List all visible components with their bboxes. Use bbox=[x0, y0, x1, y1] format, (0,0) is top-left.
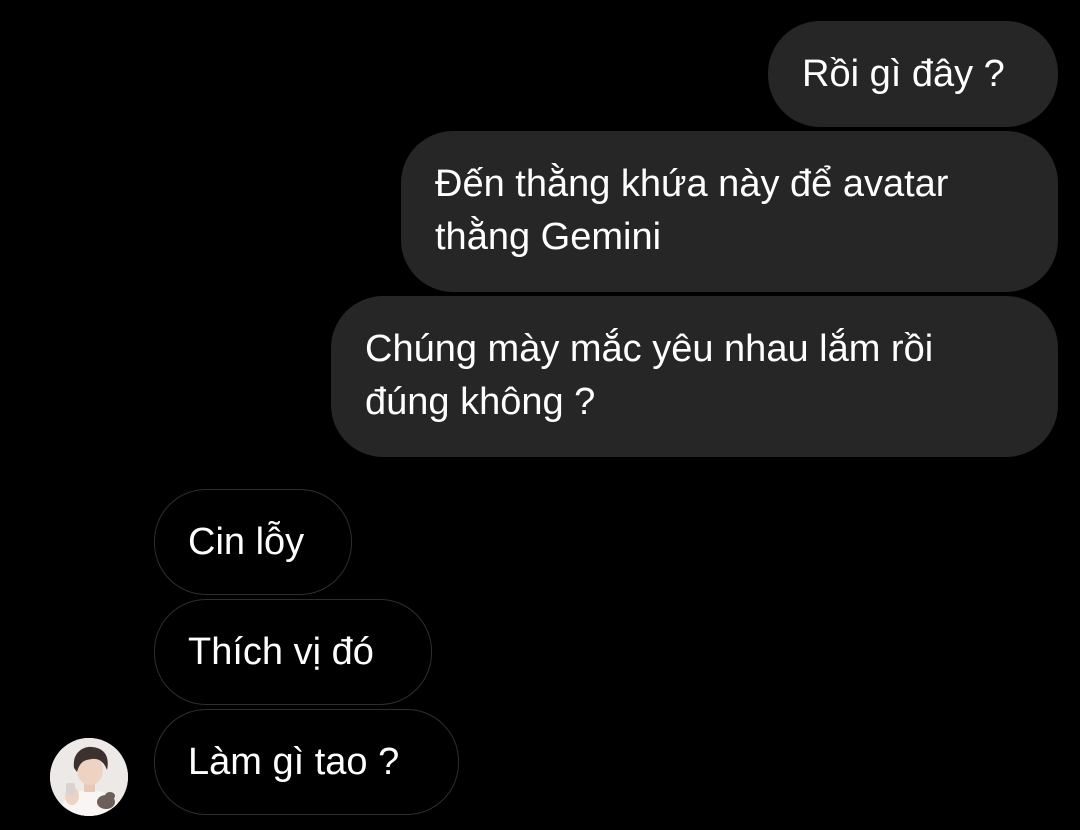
message-text: Thích vị đó bbox=[188, 631, 374, 673]
message-text: Cin lỗy bbox=[188, 521, 305, 563]
incoming-message-bubble[interactable]: Thích vị đó bbox=[154, 599, 432, 705]
outgoing-message-bubble[interactable]: Chúng mày mắc yêu nhau lắm rồi đúng khôn… bbox=[331, 296, 1058, 457]
avatar-icon bbox=[50, 738, 128, 816]
message-text: Chúng mày mắc yêu nhau lắm rồi đúng khôn… bbox=[365, 328, 934, 423]
incoming-message-bubble[interactable]: Cin lỗy bbox=[154, 489, 352, 595]
message-text: Rồi gì đây ? bbox=[802, 53, 1005, 95]
incoming-message-bubble[interactable]: Làm gì tao ? bbox=[154, 709, 459, 815]
outgoing-message-bubble[interactable]: Rồi gì đây ? bbox=[768, 21, 1058, 127]
message-text: Làm gì tao ? bbox=[188, 741, 400, 783]
message-text: Đến thằng khứa này để avatar thằng Gemin… bbox=[435, 163, 949, 258]
outgoing-message-bubble[interactable]: Đến thằng khứa này để avatar thằng Gemin… bbox=[401, 131, 1058, 292]
sender-avatar[interactable] bbox=[50, 738, 128, 816]
